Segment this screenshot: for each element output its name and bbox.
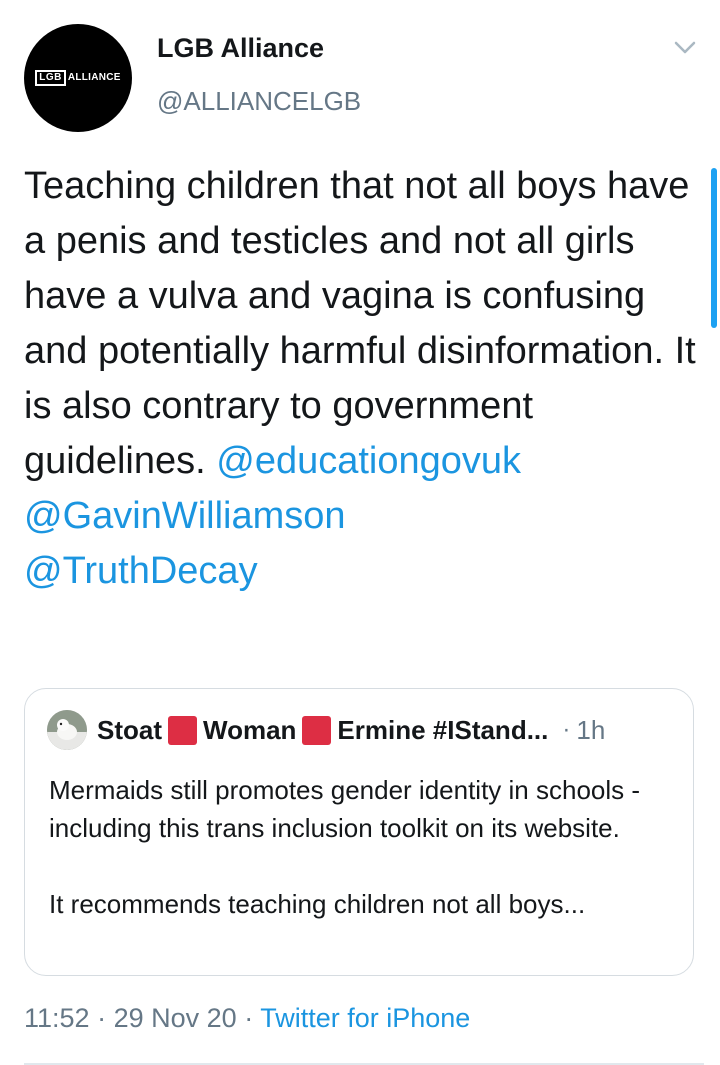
quoted-tweet-card[interactable]: Stoat Woman Ermine #IStand... · 1h Merma… bbox=[24, 688, 694, 976]
quoted-tweet-text: Mermaids still promotes gender identity … bbox=[49, 771, 679, 923]
divider bbox=[24, 1063, 704, 1065]
tweet-date: 29 Nov 20 bbox=[113, 1003, 237, 1033]
quoted-tweet-header: Stoat Woman Ermine #IStand... · 1h bbox=[47, 710, 606, 750]
quoted-tweet-paragraph-2: It recommends teaching children not all … bbox=[49, 889, 586, 919]
logo-word-text: ALLIANCE bbox=[67, 72, 121, 83]
tweet-meta: 11:52 · 29 Nov 20 · Twitter for iPhone bbox=[24, 1003, 470, 1034]
stoat-photo-icon bbox=[47, 710, 87, 750]
quoted-author-name-part-2: Woman bbox=[203, 714, 297, 745]
mention-gavinwilliamson[interactable]: @GavinWilliamson bbox=[24, 495, 346, 537]
tweet-time: 11:52 bbox=[24, 1003, 90, 1033]
tweet-body: Teaching children that not all boys have… bbox=[24, 159, 704, 599]
lgb-alliance-logo: LGB ALLIANCE bbox=[35, 70, 121, 86]
quoted-author-avatar bbox=[47, 710, 87, 750]
mention-truthdecay[interactable]: @TruthDecay bbox=[24, 550, 258, 592]
quoted-author-name-part-1: Stoat bbox=[97, 714, 162, 745]
tweet-source-link[interactable]: Twitter for iPhone bbox=[260, 1003, 470, 1033]
red-square-icon bbox=[302, 715, 332, 745]
red-square-icon bbox=[168, 715, 197, 745]
profile-avatar[interactable]: LGB ALLIANCE bbox=[24, 24, 132, 132]
quoted-tweet-time: 1h bbox=[576, 714, 606, 745]
mention-educationgovuk[interactable]: @educationgovuk bbox=[216, 440, 521, 482]
quoted-time-separator: · bbox=[562, 716, 571, 743]
author-name[interactable]: LGB Alliance bbox=[157, 33, 324, 64]
chevron-down-icon[interactable] bbox=[674, 40, 696, 56]
logo-boxed-text: LGB bbox=[35, 70, 66, 86]
meta-separator-2: · bbox=[244, 1003, 254, 1033]
meta-separator-1: · bbox=[97, 1003, 107, 1033]
quoted-tweet-paragraph-1: Mermaids still promotes gender identity … bbox=[49, 775, 641, 843]
tweet-text: Teaching children that not all boys have… bbox=[24, 165, 696, 482]
quoted-author-name-part-3: Ermine #IStand... bbox=[337, 714, 549, 745]
scrollbar-thumb[interactable] bbox=[711, 168, 717, 328]
author-handle[interactable]: @ALLIANCELGB bbox=[157, 86, 361, 117]
